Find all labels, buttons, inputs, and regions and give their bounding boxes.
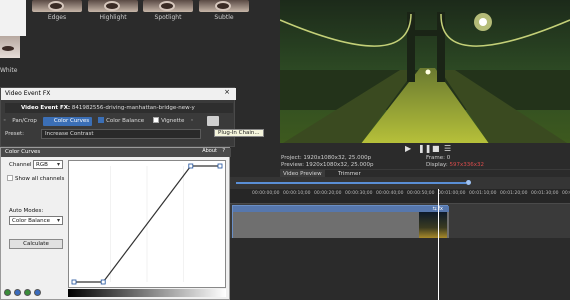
video-preview [280,0,570,145]
preset-thumb-subtle[interactable] [199,0,249,12]
project-value: 1920x1080x32, 25.000p [303,155,372,161]
play-from-start-icon[interactable]: ❚❚ [418,144,431,153]
color-curves-checkbox[interactable] [45,116,52,123]
curve-canvas[interactable] [69,161,225,287]
luminance-gradient [68,289,226,297]
display-value: 597x336x32 [449,162,484,168]
preset-thumb-white[interactable] [0,36,20,58]
blue-swatch-icon[interactable] [14,289,21,296]
empty-track-area [230,239,570,300]
chain-color-curves-label: Color Curves [53,117,90,124]
ruler-tick: 00:00:10;00 [283,191,311,196]
show-all-channels[interactable]: Show all channels [7,175,64,182]
preview-tabs: Video Preview Trimmer [280,169,570,178]
help-button[interactable]: ? [222,148,225,154]
curve-control-point[interactable] [188,163,194,169]
timeline-scrollbar[interactable] [236,182,466,184]
chain-vignette[interactable]: Vignette [150,116,187,126]
bridge-night-image [280,0,570,145]
fx-preset-thumbnails: Edges Highlight Spotlight Subtle White [0,0,280,88]
channel-label: Channel [9,162,32,168]
event-name-label: Video Event FX: [21,105,71,111]
green-swatch-icon[interactable] [4,289,11,296]
chain-color-curves[interactable]: Color Curves [42,116,93,126]
ruler-tick: 00:00:50;00 [407,191,435,196]
plugin-chain-button[interactable] [207,116,219,126]
clip-frame-thumbnail [419,212,447,238]
video-event-fx-window: Video Event FX × Video Event FX: 8419825… [0,87,236,147]
chain-start-icon: ◦ [3,118,7,124]
curve-graph[interactable] [68,160,226,288]
ruler-tick: 00:00:40;00 [376,191,404,196]
preset-label: Preset: [5,131,25,137]
time-ruler[interactable]: 00:00:00;00 00:00:10;00 00:00:20;00 00:00:3… [230,189,570,203]
show-all-channels-label: Show all channels [15,176,65,182]
channel-swatches [4,289,41,296]
channel-select[interactable]: RGB [33,160,63,169]
ruler-tick: 00:01:10;00 [469,191,497,196]
curve-control-point[interactable] [71,279,77,285]
preset-label-white: White [0,67,18,74]
chain-pan-crop[interactable]: Pan/Crop [9,117,40,126]
window-title: Video Event FX [1,88,236,100]
close-icon[interactable]: × [224,88,230,96]
calculate-button[interactable]: Calculate [9,239,63,249]
ruler-tick: 00:01:00;00 [438,191,466,196]
vegas-window: Edges Highlight Spotlight Subtle White ▶… [0,0,570,300]
timeline-scroll-knob[interactable] [466,180,471,185]
preset-thumb-spotlight[interactable] [143,0,193,12]
video-clip[interactable]: ⇆ fx [232,205,449,238]
preview-value: 1920x1080x32, 25.000p [305,162,374,168]
preview-transport: ▶ ❚❚ ■ ☰ [280,143,570,153]
curve-control-point[interactable] [217,163,223,169]
about-button[interactable]: About [202,148,217,154]
timeline: 00:00:00;00 00:00:10;00 00:00:20;00 00:00:3… [230,177,570,300]
chain-color-balance[interactable]: Color Balance [95,116,147,126]
ruler-tick: 00:00:20;00 [314,191,342,196]
preset-label-edges: Edges [47,14,67,21]
playhead[interactable] [438,189,439,300]
blue-swatch-icon-2[interactable] [34,289,41,296]
ruler-tick: 00:00:30;00 [345,191,373,196]
ruler-tick: 00:01:20;00 [500,191,528,196]
chain-vignette-label: Vignette [161,117,185,124]
selected-preset-thumbnail[interactable] [0,0,26,36]
ruler-tick: 00:01:30;00 [531,191,559,196]
preset-label-highlight: Highlight [99,14,127,21]
chain-color-balance-label: Color Balance [106,117,145,124]
green-swatch-icon-2[interactable] [24,289,31,296]
vignette-checkbox[interactable] [153,116,160,123]
clip-body [233,212,449,238]
auto-modes-label: Auto Modes: [9,208,44,214]
preview-label: Preview: [281,162,304,168]
frame-label: Frame: [426,155,445,161]
color-balance-checkbox[interactable] [98,116,105,123]
chain-end-icon: ◦ [190,118,194,124]
plugin-chain: ◦ Pan/Crop Color Curves Color Balance Vi… [3,116,194,126]
curve-control-point[interactable] [100,279,106,285]
display-label: Display: [426,162,448,168]
show-all-channels-checkbox[interactable] [7,175,13,181]
preset-label-subtle: Subtle [214,14,234,21]
stop-icon[interactable]: ■ [432,144,440,153]
plugin-chain-tooltip: Plug-In Chain... [214,129,264,137]
play-icon[interactable]: ▶ [405,144,411,153]
preset-thumb-edges[interactable] [32,0,82,12]
ruler-tick: 00:01:40;00 [562,191,570,196]
ruler-tick: 00:00:00;00 [252,191,280,196]
preset-label-spotlight: Spotlight [154,14,182,21]
timeline-overview [230,177,570,189]
project-label: Project: [281,155,302,161]
preset-thumb-highlight[interactable] [88,0,138,12]
chain-pan-crop-label: Pan/Crop [12,117,37,124]
color-curves-title: Color Curves [1,148,231,157]
auto-modes-select[interactable]: Color Balance [9,216,63,225]
preset-dropdown[interactable]: Increase Contrast [41,129,201,139]
event-name-bar: Video Event FX: 841982556-driving-manhat… [5,103,233,113]
frame-value: 0 [446,155,451,161]
menu-icon[interactable]: ☰ [444,144,451,153]
event-clip-name: 841982556-driving-manhattan-bridge-new-y [71,105,195,111]
